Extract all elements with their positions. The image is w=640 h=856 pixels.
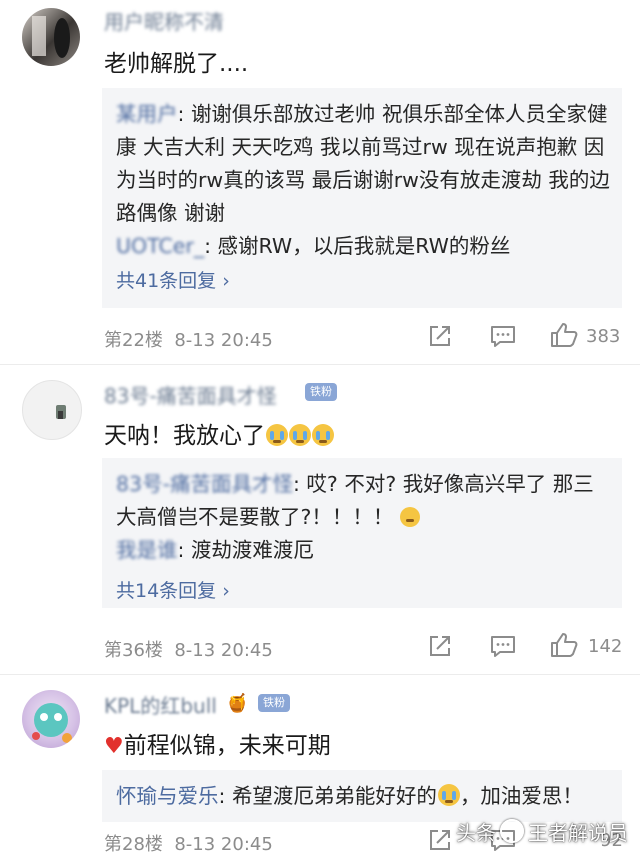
- like-count: 383: [586, 326, 621, 347]
- honey-jar-icon: 🍯: [226, 693, 249, 714]
- watermark: 头条 王者解说员: [456, 819, 628, 845]
- comment-username[interactable]: 用户昵称不清: [104, 6, 224, 35]
- reply-item[interactable]: 我是谁: 渡劫渡难渡厄: [116, 534, 612, 567]
- reply-author[interactable]: 怀瑜与爱乐: [116, 784, 219, 808]
- comment-meta: 第28楼 8-13 20:45: [104, 830, 273, 856]
- comment-icon[interactable]: [490, 324, 516, 348]
- reply-text: 谢谢俱乐部放过老帅 祝俱乐部全体人员全家健康 大吉大利 天天吃鸡 我以前骂过rw…: [116, 102, 610, 225]
- sad-emoji-icon: [399, 507, 420, 527]
- comment-username[interactable]: KPL的红bull: [104, 690, 217, 719]
- reply-item[interactable]: 某用户: 谢谢俱乐部放过老帅 祝俱乐部全体人员全家健康 大吉大利 天天吃鸡 我以…: [116, 98, 612, 230]
- share-icon[interactable]: [428, 324, 452, 348]
- divider: [0, 674, 640, 675]
- comment-text: ♥前程似锦，未来可期: [104, 733, 331, 759]
- reply-item[interactable]: 83号-痛苦面具才怪: 哎? 不对? 我好像高兴早了 那三大高僧岂不是要散了?！…: [116, 468, 612, 534]
- reply-text: 希望渡厄弟弟能好好的: [231, 784, 437, 808]
- reply-colon: :: [177, 102, 191, 126]
- reply-box[interactable]: 某用户: 谢谢俱乐部放过老帅 祝俱乐部全体人员全家健康 大吉大利 天天吃鸡 我以…: [102, 88, 622, 308]
- reply-author[interactable]: 我是谁: [116, 538, 178, 562]
- comment-meta: 第22楼 8-13 20:45: [104, 326, 273, 352]
- like-icon[interactable]: [550, 632, 578, 658]
- avatar-image: [32, 16, 70, 58]
- crying-emoji-icon: [266, 424, 288, 446]
- avatar-image: [32, 703, 72, 743]
- chevron-right-icon: ›: [222, 270, 230, 292]
- floor-number: 第28楼: [104, 834, 163, 855]
- comment-text: 天呐！我放心了: [104, 416, 334, 450]
- reply-author[interactable]: UOTCer_: [116, 234, 204, 258]
- reply-colon: :: [292, 472, 307, 496]
- more-replies-link[interactable]: 共14条回复 ›: [116, 576, 230, 603]
- avatar[interactable]: [22, 380, 82, 440]
- reply-colon: :: [177, 538, 191, 562]
- reply-item[interactable]: UOTCer_: 感谢RW，以后我就是RW的粉丝: [116, 230, 612, 263]
- reply-item[interactable]: 怀瑜与爱乐: 希望渡厄弟弟能好好的 ，加油爱思！: [116, 780, 612, 813]
- reply-text: 感谢RW，以后我就是RW的粉丝: [217, 234, 511, 258]
- crying-emoji-icon: [312, 424, 334, 446]
- crying-emoji-icon: [437, 784, 460, 806]
- timestamp: 8-13 20:45: [174, 640, 273, 661]
- more-replies-link[interactable]: 共41条回复 ›: [116, 266, 230, 293]
- share-icon[interactable]: [428, 634, 452, 658]
- reply-author[interactable]: 某用户: [116, 102, 178, 126]
- comment-icon[interactable]: [490, 634, 516, 658]
- timestamp: 8-13 20:45: [174, 330, 273, 351]
- like-icon[interactable]: [550, 322, 578, 348]
- reply-box[interactable]: 怀瑜与爱乐: 希望渡厄弟弟能好好的 ，加油爱思！: [102, 770, 622, 822]
- avatar-image: [56, 405, 66, 419]
- comment-username[interactable]: 83号-痛苦面具才怪: [104, 380, 277, 409]
- share-icon[interactable]: [428, 828, 452, 852]
- fan-badge: 铁粉: [258, 694, 290, 712]
- fan-badge: 铁粉: [305, 383, 337, 401]
- avatar[interactable]: [22, 690, 80, 748]
- reply-colon: :: [204, 234, 218, 258]
- comment-text: 老帅解脱了....: [104, 51, 249, 77]
- crying-emoji-icon: [289, 424, 311, 446]
- divider: [0, 364, 640, 365]
- floor-number: 第36楼: [104, 640, 163, 661]
- reply-colon: :: [218, 784, 232, 808]
- comment-meta: 第36楼 8-13 20:45: [104, 636, 273, 662]
- avatar[interactable]: [22, 8, 80, 66]
- reply-text: 渡劫渡难渡厄: [190, 538, 314, 562]
- at-icon: [500, 819, 524, 843]
- reply-text-cont: ，加油爱思！: [459, 784, 583, 808]
- reply-box[interactable]: 83号-痛苦面具才怪: 哎? 不对? 我好像高兴早了 那三大高僧岂不是要散了?！…: [102, 458, 622, 608]
- like-count: 142: [588, 636, 623, 657]
- floor-number: 第22楼: [104, 330, 163, 351]
- reply-author[interactable]: 83号-痛苦面具才怪: [116, 472, 293, 496]
- timestamp: 8-13 20:45: [174, 834, 273, 855]
- chevron-right-icon: ›: [222, 580, 230, 602]
- heart-icon: ♥: [104, 734, 124, 759]
